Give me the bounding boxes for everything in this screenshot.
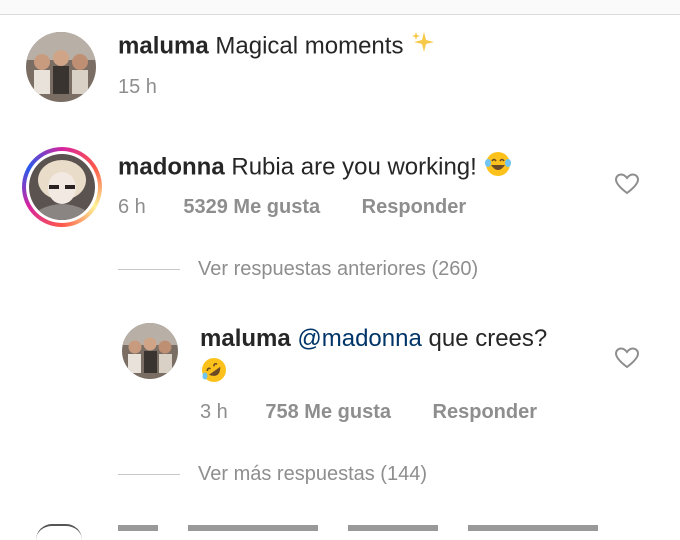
madonna-avatar[interactable] (29, 154, 95, 220)
view-previous-replies-label[interactable]: Ver respuestas anteriores (260) (198, 258, 478, 281)
caption-line: maluma Magical moments (118, 30, 436, 64)
sparkles-icon (410, 30, 436, 64)
view-more-replies-label[interactable]: Ver más respuestas (144) (198, 463, 427, 486)
reply-maluma-avatar[interactable] (122, 323, 178, 379)
view-more-replies[interactable]: Ver más respuestas (144) (118, 463, 427, 486)
comment-likes[interactable]: 5329 Me gusta (183, 196, 320, 218)
comment-time: 6 h (118, 196, 146, 218)
top-divider (0, 0, 680, 15)
comment-like-heart-icon[interactable] (614, 172, 640, 196)
group-photo-thumbnail (26, 32, 96, 102)
reply-likes[interactable]: 758 Me gusta (265, 401, 391, 423)
reply-like-heart-icon[interactable] (614, 346, 640, 370)
view-previous-replies[interactable]: Ver respuestas anteriores (260) (118, 258, 478, 281)
caption-time: 15 h (118, 76, 157, 98)
maluma-avatar[interactable] (26, 32, 96, 102)
reply-text: que crees? (428, 325, 548, 352)
comment-text: Rubia are you working! (231, 153, 477, 181)
comment-line: madonna Rubia are you working! (118, 150, 512, 186)
reply-mention[interactable]: @madonna (297, 325, 421, 352)
next-comment-avatar-partial (36, 524, 82, 540)
caption-username[interactable]: maluma (118, 32, 209, 59)
comment-username[interactable]: madonna (118, 153, 225, 180)
reply-meta: 3 h 758 Me gusta Responder (200, 401, 537, 424)
laughing-tears-emoji-icon (484, 150, 512, 186)
reply-username[interactable]: maluma (200, 325, 291, 352)
reply-line: maluma @madonna que crees? (200, 324, 547, 354)
thread-divider (118, 269, 180, 270)
portrait-thumbnail (29, 154, 95, 220)
reply-reply-button[interactable]: Responder (433, 401, 537, 423)
group-photo-thumbnail (122, 323, 178, 379)
reply-time: 3 h (200, 401, 228, 423)
rolling-laughing-emoji-icon (200, 356, 228, 389)
thread-divider (118, 474, 180, 475)
comment-reply-button[interactable]: Responder (362, 196, 466, 218)
next-comment-text-partial (118, 525, 598, 531)
comment-meta: 6 h 5329 Me gusta Responder (118, 196, 466, 219)
caption-text: Magical moments (215, 32, 404, 60)
